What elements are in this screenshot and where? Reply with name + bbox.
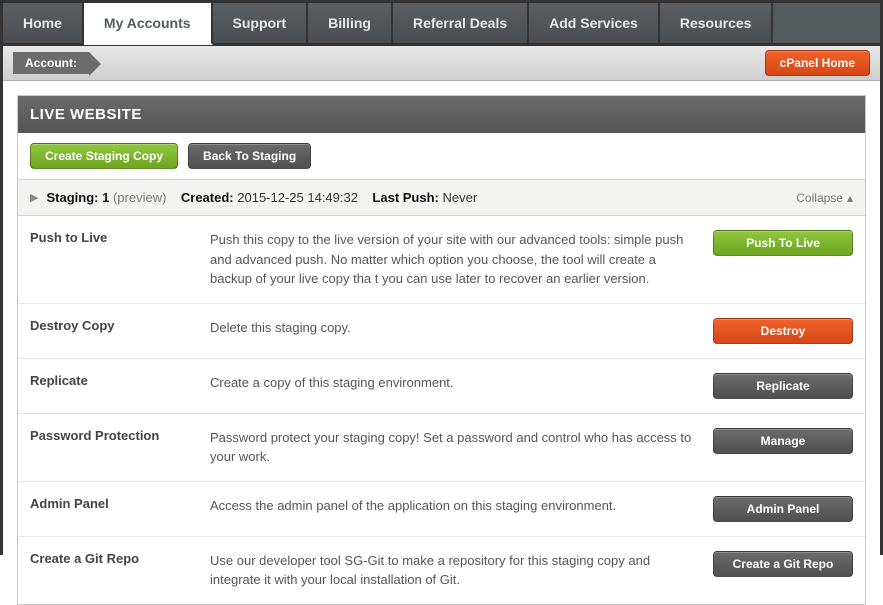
chevron-up-icon: ▴ [847,191,853,205]
row-description: Create a copy of this staging environmen… [210,373,713,393]
collapse-toggle[interactable]: Collapse ▴ [796,191,853,205]
row-description: Password protect your staging copy! Set … [210,428,713,467]
lastpush-value: Never [443,190,478,205]
nav-tab-support[interactable]: Support [213,3,309,43]
nav-tab-referral[interactable]: Referral Deals [393,3,529,43]
back-to-staging-button[interactable]: Back To Staging [188,143,311,169]
collapse-label: Collapse [796,191,843,205]
table-row: Admin PanelAccess the admin panel of the… [18,482,865,537]
lastpush-label: Last Push: [372,190,438,205]
row-action-button[interactable]: Destroy [713,318,853,344]
row-description: Push this copy to the live version of yo… [210,230,713,289]
nav-tab-home[interactable]: Home [3,3,84,43]
table-row: Destroy CopyDelete this staging copy.Des… [18,304,865,359]
row-description: Use our developer tool SG-Git to make a … [210,551,713,590]
row-label: Create a Git Repo [30,551,210,566]
expand-arrow-icon[interactable]: ▶ [30,191,38,204]
staging-label: Staging: [46,190,98,205]
account-label: Account: [13,52,89,74]
table-row: Create a Git RepoUse our developer tool … [18,537,865,604]
create-staging-copy-button[interactable]: Create Staging Copy [30,143,178,169]
nav-tab-resources[interactable]: Resources [660,3,774,43]
nav-tab-my-accounts[interactable]: My Accounts [84,3,213,45]
nav-tab-billing[interactable]: Billing [308,3,393,43]
staging-summary: ▶ Staging: 1 (preview) Created: 2015-12-… [18,179,865,216]
row-action-button[interactable]: Manage [713,428,853,454]
table-row: Password ProtectionPassword protect your… [18,414,865,482]
created-value: 2015-12-25 14:49:32 [237,190,358,205]
panel-toolbar: Create Staging Copy Back To Staging [18,133,865,179]
table-row: ReplicateCreate a copy of this staging e… [18,359,865,414]
panel-title: LIVE WEBSITE [18,96,865,133]
row-description: Access the admin panel of the applicatio… [210,496,713,516]
row-label: Replicate [30,373,210,388]
live-website-panel: LIVE WEBSITE Create Staging Copy Back To… [17,95,866,605]
row-action-button[interactable]: Admin Panel [713,496,853,522]
row-action-button[interactable]: Push To Live [713,230,853,256]
row-label: Password Protection [30,428,210,443]
main-nav: Home My Accounts Support Billing Referra… [3,3,880,46]
staging-suffix: (preview) [113,190,166,205]
row-label: Push to Live [30,230,210,245]
nav-tab-add-services[interactable]: Add Services [529,3,660,43]
action-rows: Push to LivePush this copy to the live v… [18,216,865,604]
row-description: Delete this staging copy. [210,318,713,338]
cpanel-home-button[interactable]: cPanel Home [765,50,870,76]
account-bar: Account: cPanel Home [3,46,880,81]
row-label: Admin Panel [30,496,210,511]
created-label: Created: [181,190,234,205]
row-action-button[interactable]: Create a Git Repo [713,551,853,577]
row-label: Destroy Copy [30,318,210,333]
table-row: Push to LivePush this copy to the live v… [18,216,865,304]
staging-number: 1 [102,190,109,205]
row-action-button[interactable]: Replicate [713,373,853,399]
